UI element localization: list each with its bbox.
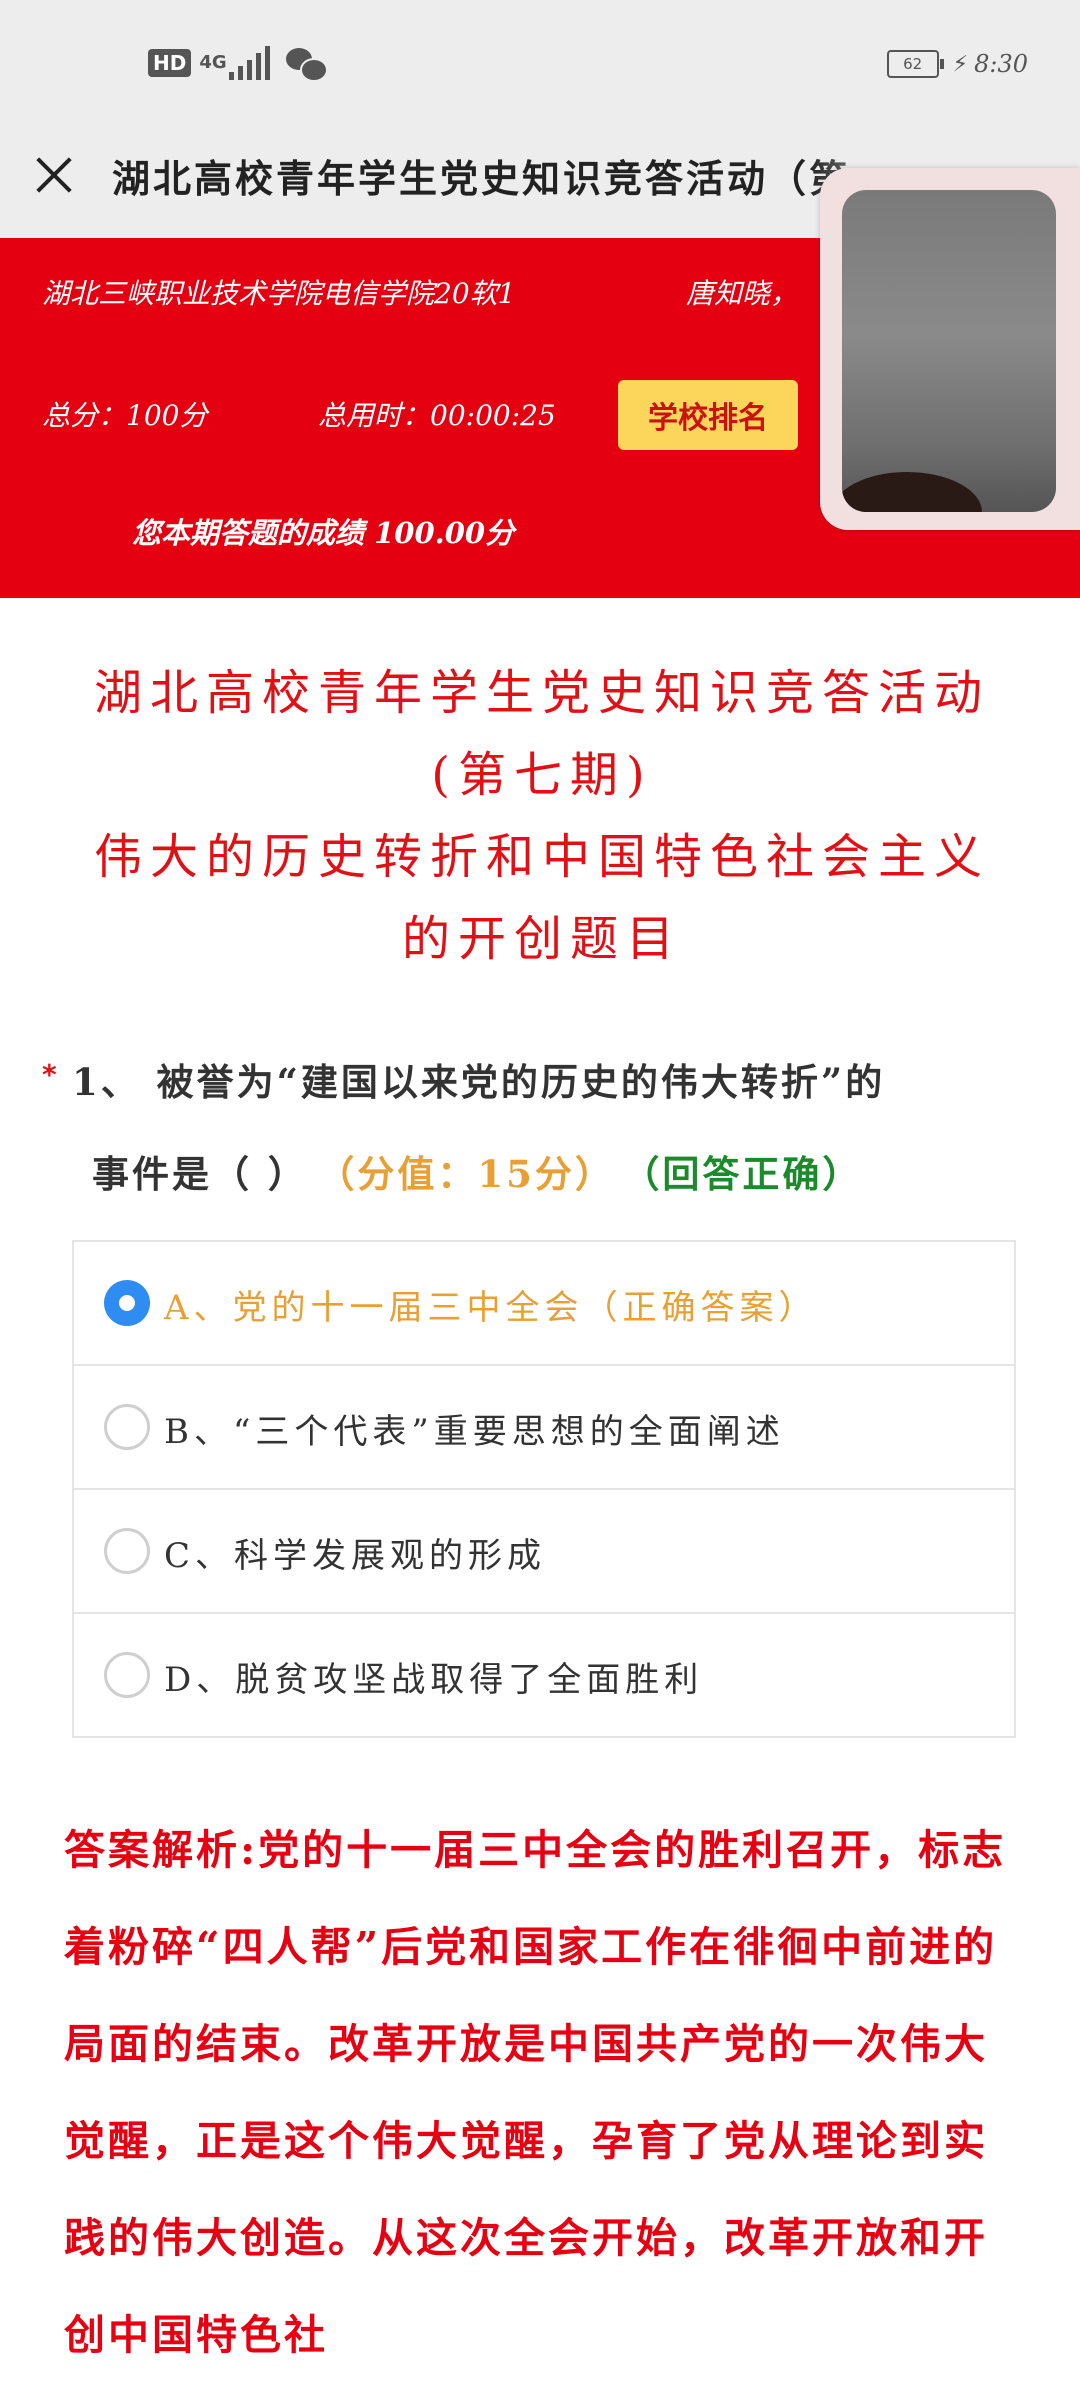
quiz-title: 湖北高校青年学生党史知识竞答活动 (第七期) 伟大的历史转折和中国特色社会主义 … bbox=[52, 652, 1032, 980]
clock: 8:30 bbox=[974, 50, 1028, 78]
camera-preview bbox=[842, 190, 1056, 512]
radio-checked-icon[interactable] bbox=[104, 1280, 150, 1326]
status-bar: HD 4G 62 ⚡ 8:30 bbox=[0, 0, 1080, 130]
battery-level: 62 bbox=[903, 55, 923, 73]
radio-icon[interactable] bbox=[104, 1404, 150, 1450]
wechat-icon bbox=[286, 48, 329, 82]
radio-icon[interactable] bbox=[104, 1528, 150, 1574]
total-time: 总用时：00:00:25 bbox=[318, 399, 556, 432]
student-name: 唐知晓， bbox=[686, 277, 799, 310]
option-letter: D、 bbox=[164, 1660, 236, 1700]
network-type: 4G bbox=[199, 52, 227, 73]
total-score: 总分：100分 bbox=[42, 399, 208, 432]
option-text: “三个代表”重要思想的全面阐述 bbox=[233, 1412, 785, 1452]
battery-icon: 62 bbox=[886, 50, 944, 78]
option-a[interactable]: A、党的十一届三中全会（正确答案） bbox=[74, 1242, 1014, 1366]
option-text: 科学发展观的形成 bbox=[234, 1536, 547, 1576]
quiz-title-line: (第七期) bbox=[431, 747, 653, 803]
charging-icon: ⚡ bbox=[952, 51, 969, 77]
signal-icon bbox=[229, 46, 271, 80]
question-score: （分值：15分） bbox=[335, 1152, 615, 1196]
close-icon[interactable] bbox=[32, 152, 76, 196]
school-rank-button[interactable]: 学校排名 bbox=[618, 380, 798, 450]
option-letter: B、 bbox=[164, 1412, 233, 1452]
floating-video-window[interactable] bbox=[820, 168, 1080, 530]
hd-icon: HD bbox=[148, 49, 192, 77]
quiz-title-line: 伟大的历史转折和中国特色社会主义 bbox=[93, 829, 990, 885]
option-c[interactable]: C、科学发展观的形成 bbox=[74, 1490, 1014, 1614]
option-d[interactable]: D、脱贫攻坚战取得了全面胜利 bbox=[74, 1614, 1014, 1736]
option-text: 脱贫攻坚战取得了全面胜利 bbox=[235, 1660, 704, 1700]
correct-answer-flag: （正确答案） bbox=[583, 1288, 818, 1328]
answer-analysis: 答案解析:党的十一届三中全会的胜利召开，标志着粉碎“四人帮”后党和国家工作在徘徊… bbox=[64, 1826, 1007, 2359]
result-score: 您本期答题的成绩 100.00分 bbox=[132, 516, 515, 550]
status-right: 62 ⚡ 8:30 bbox=[886, 50, 1028, 78]
option-b[interactable]: B、“三个代表”重要思想的全面阐述 bbox=[74, 1366, 1014, 1490]
page-title: 湖北高校青年学生党史知识竞答活动（第… bbox=[112, 156, 892, 201]
answer-status: （回答正确） bbox=[640, 1152, 863, 1196]
radio-icon[interactable] bbox=[104, 1652, 150, 1698]
option-letter: A、 bbox=[164, 1288, 233, 1328]
answer-options: A、党的十一届三中全会（正确答案） B、“三个代表”重要思想的全面阐述 C、科学… bbox=[72, 1240, 1016, 1738]
question-text-cont: 事件是（ ） bbox=[92, 1152, 308, 1196]
option-letter: C、 bbox=[164, 1536, 235, 1576]
quiz-title-line: 湖北高校青年学生党史知识竞答活动 bbox=[93, 665, 990, 721]
question-text: 1、 被誉为“建国以来党的历史的伟大转折”的 bbox=[72, 1060, 886, 1104]
option-text: 党的十一届三中全会 bbox=[232, 1288, 584, 1328]
required-mark: * bbox=[42, 1058, 57, 1091]
school-class: 湖北三峡职业技术学院电信学院20软1 bbox=[42, 277, 516, 310]
quiz-title-line: 的开创题目 bbox=[401, 911, 682, 967]
status-left: HD 4G bbox=[148, 46, 329, 82]
